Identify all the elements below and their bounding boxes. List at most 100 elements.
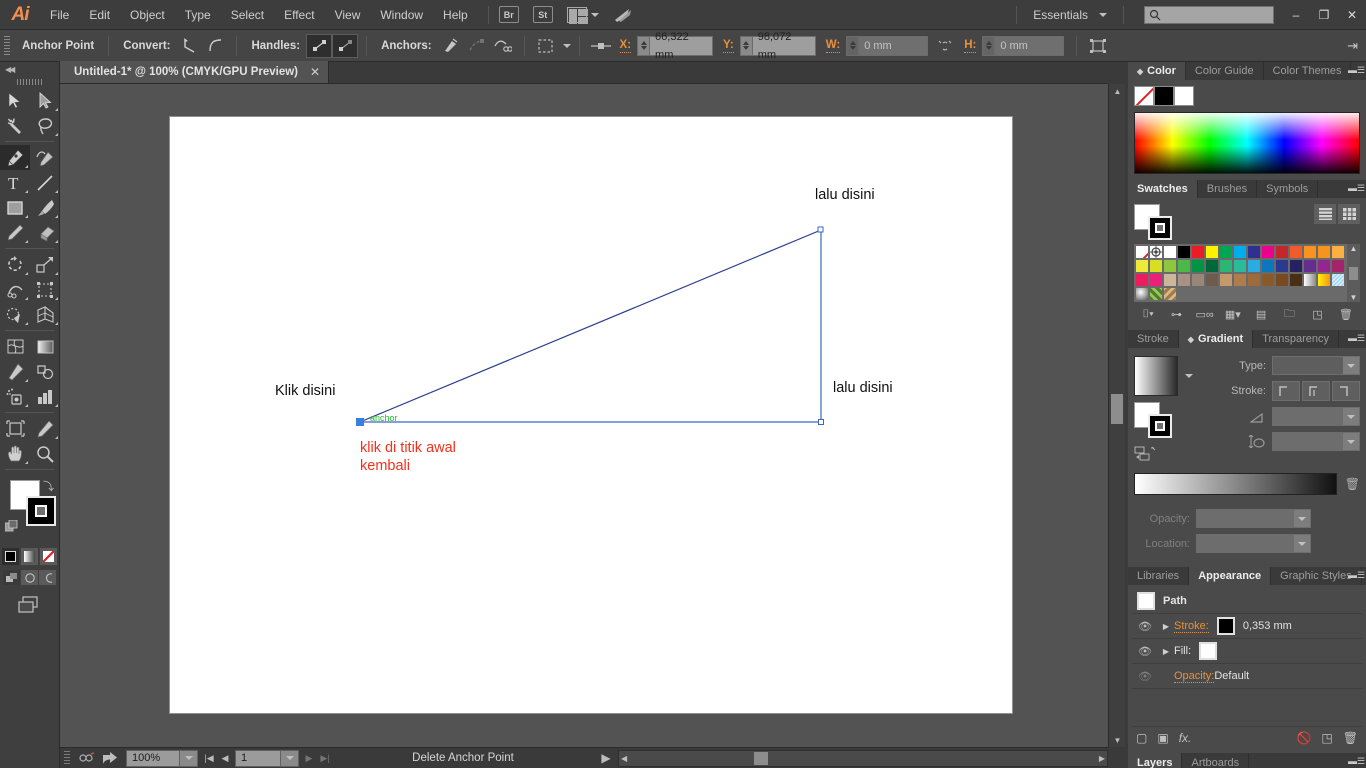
swatch-color[interactable] <box>1275 273 1289 287</box>
tab-appearance[interactable]: Appearance <box>1189 567 1272 585</box>
constrain-proportions-icon[interactable] <box>932 34 958 58</box>
scroll-down-icon[interactable]: ▼ <box>1109 733 1126 747</box>
swatch-pattern[interactable] <box>1135 287 1149 301</box>
gradient-aspect-select[interactable] <box>1272 432 1360 451</box>
symbol-sprayer-tool[interactable] <box>0 384 30 409</box>
tab-color-themes[interactable]: Color Themes <box>1263 62 1352 80</box>
menu-select[interactable]: Select <box>221 0 274 30</box>
remove-anchor-icon[interactable] <box>464 34 490 58</box>
tab-stroke[interactable]: Stroke <box>1128 330 1179 348</box>
swatch-color[interactable] <box>1233 273 1247 287</box>
curvature-tool[interactable] <box>30 145 60 170</box>
swatch-color[interactable] <box>1261 245 1275 259</box>
slice-tool[interactable] <box>30 416 60 441</box>
swatch-color[interactable] <box>1261 273 1275 287</box>
gradient-chevron-down-icon[interactable] <box>1185 374 1193 378</box>
scale-tool[interactable] <box>30 252 60 277</box>
vertical-scroll-thumb[interactable] <box>1111 394 1123 424</box>
blend-tool[interactable] <box>30 359 60 384</box>
default-fill-stroke-icon[interactable] <box>4 519 19 532</box>
eraser-tool[interactable] <box>30 220 60 245</box>
tab-brushes[interactable]: Brushes <box>1197 180 1258 198</box>
gradient-slider[interactable] <box>1134 473 1337 495</box>
line-segment-tool[interactable] <box>30 170 60 195</box>
swatch-color[interactable] <box>1219 273 1233 287</box>
clear-appearance-icon[interactable]: 🚫 <box>1296 731 1311 745</box>
stock-icon[interactable]: St <box>532 6 553 23</box>
swatch-color[interactable] <box>1191 273 1205 287</box>
draw-behind-button[interactable] <box>21 570 38 585</box>
scroll-right-icon[interactable]: ▶ <box>1099 754 1105 763</box>
x-stepper[interactable] <box>638 36 651 55</box>
menu-window[interactable]: Window <box>370 0 433 30</box>
magic-wand-tool[interactable] <box>0 113 30 138</box>
menu-object[interactable]: Object <box>120 0 175 30</box>
swatch-color[interactable] <box>1149 259 1163 273</box>
appearance-fill-swatch[interactable] <box>1199 642 1218 660</box>
swatch-color[interactable] <box>1177 273 1191 287</box>
swatches-scroll-down-icon[interactable]: ▼ <box>1350 293 1358 302</box>
control-bar-grip[interactable] <box>4 35 10 56</box>
stroke-swatch[interactable] <box>26 496 56 526</box>
appearance-stroke-swatch[interactable] <box>1216 617 1235 635</box>
swatch-color[interactable] <box>1247 245 1261 259</box>
isolate-selected-object-icon[interactable] <box>533 34 559 58</box>
swatch-color[interactable] <box>1247 259 1261 273</box>
previous-artboard-icon[interactable]: ◀ <box>219 749 231 767</box>
swatch-color[interactable] <box>1261 259 1275 273</box>
convert-to-smooth-icon[interactable] <box>202 34 228 58</box>
swatch-color[interactable] <box>1331 259 1345 273</box>
pen-tool[interactable] <box>0 145 30 170</box>
change-screen-mode-icon[interactable] <box>0 595 59 615</box>
swatch-color[interactable] <box>1177 259 1191 273</box>
options-icon[interactable]: ▤ <box>1247 308 1275 321</box>
swatch-color[interactable] <box>1233 245 1247 259</box>
horizontal-scroll-thumb[interactable] <box>754 751 768 765</box>
swatch-color[interactable] <box>1303 245 1317 259</box>
show-kind-icon[interactable]: ▦▾ <box>1219 308 1247 321</box>
swatch-color[interactable] <box>1219 259 1233 273</box>
swatch-color[interactable] <box>1135 273 1149 287</box>
menu-edit[interactable]: Edit <box>79 0 120 30</box>
canvas-area[interactable]: lalu disini lalu disini Klik disini anch… <box>60 84 1108 747</box>
gradient-stroke-across-icon[interactable] <box>1332 381 1360 401</box>
swatch-color[interactable] <box>1219 245 1233 259</box>
swatch-pattern[interactable] <box>1149 287 1163 301</box>
rectangle-tool[interactable] <box>0 195 30 220</box>
swatches-panel-menu-icon[interactable]: ▬☰ <box>1348 183 1365 195</box>
swatch-color[interactable] <box>1191 259 1205 273</box>
appearance-opacity-label[interactable]: Opacity: <box>1174 670 1215 683</box>
color-mode-button[interactable] <box>2 548 19 565</box>
tab-layers[interactable]: Layers <box>1128 753 1183 768</box>
column-graph-tool[interactable] <box>30 384 60 409</box>
reverse-gradient-icon[interactable] <box>1134 446 1206 465</box>
expand-arrow-icon[interactable]: ▶ <box>1158 622 1174 631</box>
next-artboard-icon[interactable]: ▶ <box>303 749 315 767</box>
add-anchor-icon[interactable] <box>438 34 464 58</box>
perspective-grid-tool[interactable] <box>30 302 60 327</box>
gradient-panel-menu-icon[interactable]: ▬☰ <box>1348 333 1365 345</box>
tab-symbols[interactable]: Symbols <box>1257 180 1319 198</box>
draw-inside-button[interactable] <box>39 570 56 585</box>
appearance-stroke-value[interactable]: 0,353 mm <box>1243 620 1292 632</box>
width-tool[interactable] <box>0 277 30 302</box>
add-new-fill-icon[interactable]: ▣ <box>1157 731 1168 745</box>
selection-tool[interactable] <box>0 88 30 113</box>
collapse-panel-icon[interactable]: ◀◀ <box>0 62 59 76</box>
artboard[interactable]: lalu disini lalu disini Klik disini anch… <box>170 117 1012 713</box>
tab-swatches[interactable]: Swatches <box>1128 180 1198 198</box>
swatch-color[interactable] <box>1275 259 1289 273</box>
new-group-icon[interactable]: 🗀 <box>1275 305 1303 324</box>
none-swatch-button[interactable] <box>1134 86 1154 106</box>
reference-point-icon[interactable] <box>588 34 614 58</box>
gradient-mode-button[interactable] <box>21 548 38 565</box>
tools-panel-grip[interactable] <box>0 76 59 88</box>
isolate-chevron-down-icon[interactable] <box>562 43 571 48</box>
gradient-stroke-within-icon[interactable] <box>1272 381 1300 401</box>
swatches-scroll-thumb[interactable] <box>1349 266 1358 280</box>
direct-selection-tool[interactable] <box>30 88 60 113</box>
transform-icon[interactable] <box>1085 34 1111 58</box>
w-stepper[interactable] <box>847 36 860 55</box>
appearance-fill-label[interactable]: Fill: <box>1174 645 1191 657</box>
delete-swatch-icon[interactable]: 🗑 <box>1332 308 1360 321</box>
